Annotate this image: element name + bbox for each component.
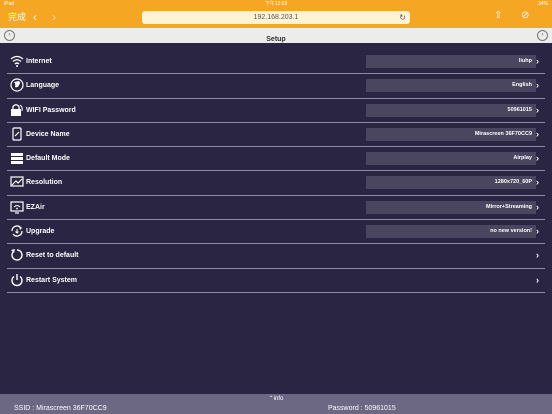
setting-value: Airplay (366, 152, 536, 166)
setting-value: 50961015 (366, 103, 536, 117)
chevron-right-icon: › (536, 104, 539, 115)
setting-value: English (366, 79, 536, 93)
done-button[interactable]: 完成 (8, 11, 26, 23)
chevron-right-icon: › (536, 153, 539, 164)
chevron-right-icon: › (536, 226, 539, 237)
setting-row-wifi-password[interactable]: WIFI Password 50961015 › (7, 99, 545, 123)
upgrade-icon (10, 224, 24, 238)
forward-circle-icon[interactable]: › (537, 30, 548, 41)
setting-label: Restart System (26, 276, 77, 284)
setting-row-reset[interactable]: Reset to default › (7, 244, 545, 269)
setting-row-resolution[interactable]: Resolution 1280x720_60P › (7, 171, 545, 196)
chevron-right-icon: › (536, 201, 539, 212)
setting-value: Mirascreen 36F70CC9 (366, 127, 536, 141)
ezair-icon (10, 200, 24, 214)
lock-icon (10, 103, 24, 117)
setting-value: Mirror+Streaming (366, 200, 536, 214)
setting-row-language[interactable]: Language English › (7, 74, 545, 99)
chevron-right-icon: › (536, 128, 539, 139)
page-title: Setup (266, 36, 286, 43)
setting-label: Resolution (26, 179, 63, 187)
setting-row-default-mode[interactable]: Default Mode Airplay › (7, 147, 545, 172)
setting-label: Default Mode (26, 155, 70, 163)
battery-level: 34% (537, 1, 548, 7)
power-icon (10, 273, 24, 287)
setting-label: Reset to default (26, 252, 79, 260)
setting-value: liuhp (366, 55, 536, 68)
password-text: Password : 50961015 (328, 405, 396, 412)
setting-label: Internet (26, 58, 52, 65)
browser-toolbar: 完成 ‹ › 192.168.203.1 ↻ ⇧ ⊘ (0, 8, 552, 28)
setting-label: Upgrade (26, 228, 55, 236)
globe-icon (10, 78, 24, 92)
chevron-right-icon: › (536, 274, 539, 285)
chevron-right-icon: › (536, 56, 539, 66)
address-bar[interactable]: 192.168.203.1 ↻ (142, 11, 410, 24)
setting-row-ezair[interactable]: EZAir Mirror+Streaming › (7, 196, 545, 221)
setting-row-device-name[interactable]: Device Name Mirascreen 36F70CC9 › (7, 123, 545, 148)
setting-label: Language (26, 82, 60, 90)
setting-label: EZAir (26, 203, 45, 211)
info-label: info (273, 396, 284, 402)
setting-value: no new version! (366, 225, 536, 239)
back-circle-icon[interactable]: ‹ (4, 30, 15, 41)
forward-arrow-icon[interactable]: › (52, 10, 56, 24)
clock: 下午12:03 (264, 1, 288, 7)
setting-value: 1280x720_60P (366, 176, 536, 190)
back-arrow-icon[interactable]: ‹ (33, 10, 37, 24)
status-bar: iPad 下午12:03 34% (0, 0, 552, 8)
setting-row-internet[interactable]: Internet liuhp › (7, 50, 545, 75)
mode-icon (10, 151, 24, 165)
setup-header: ‹ Setup › (0, 28, 552, 43)
reset-icon (10, 248, 24, 262)
setting-label: WIFI Password (26, 106, 76, 114)
chevron-right-icon: › (536, 177, 539, 188)
chevron-right-icon: › (536, 80, 539, 91)
reload-icon[interactable]: ↻ (399, 11, 406, 24)
device-icon (10, 127, 24, 141)
resolution-icon (10, 175, 24, 189)
url-text: 192.168.203.1 (253, 14, 299, 21)
setting-label: Device Name (26, 130, 70, 138)
wifi-icon (10, 54, 24, 68)
settings-list: Internet liuhp › Language English › WIFI… (7, 50, 545, 293)
chevron-right-icon: › (536, 250, 539, 261)
info-bar: ⌃info SSID : Mirascreen 36F70CC9 Passwor… (0, 394, 552, 414)
share-icon[interactable]: ⇧ (494, 10, 502, 21)
setting-row-restart[interactable]: Restart System › (7, 269, 545, 293)
setting-row-upgrade[interactable]: Upgrade no new version! › (7, 220, 545, 245)
info-toggle[interactable]: ⌃info (0, 395, 552, 402)
compass-icon[interactable]: ⊘ (521, 10, 529, 21)
ssid-text: SSID : Mirascreen 36F70CC9 (14, 405, 107, 412)
